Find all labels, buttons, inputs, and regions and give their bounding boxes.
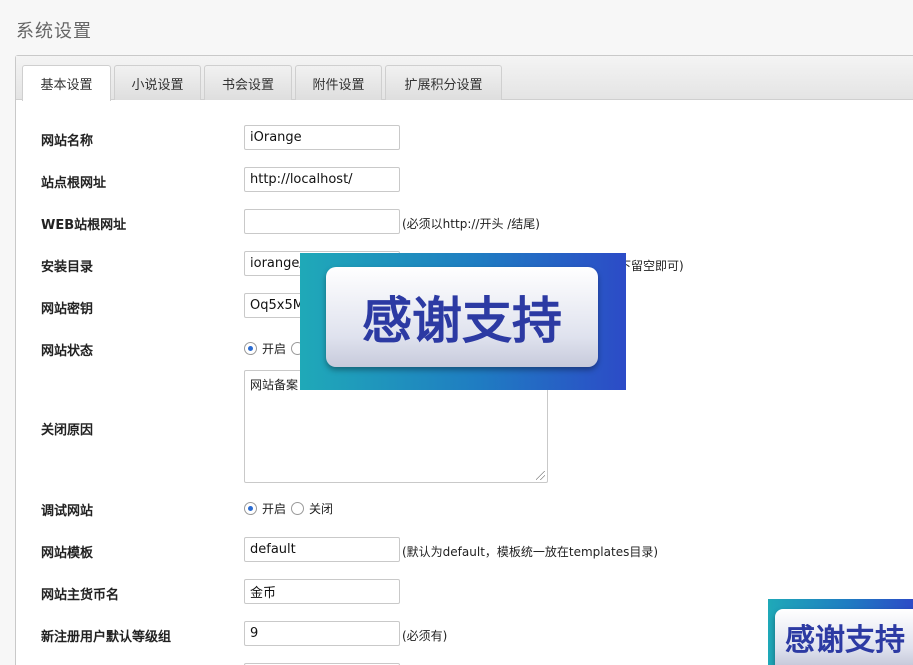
debug-on-label: 开启: [262, 502, 287, 516]
row-web-root: WEB站根网址 (必须以http://开头 /结尾): [16, 207, 913, 237]
site-key-label: 网站密钥: [41, 302, 94, 317]
install-dir-hint: 下留空即可): [619, 259, 684, 273]
row-site-name: 网站名称 iOrange: [16, 123, 913, 153]
debug-radio-group: 开启 关闭: [244, 500, 338, 517]
row-template: 网站模板 default (默认为default，模板统一放在templates…: [16, 535, 913, 565]
row-debug: 调试网站 开启 关闭: [16, 493, 913, 523]
close-reason-label: 关闭原因: [41, 423, 94, 438]
site-status-on-label: 开启: [262, 342, 287, 356]
tab-basic-settings[interactable]: 基本设置: [22, 65, 111, 101]
thanks-banner-small-text: 感谢支持: [775, 609, 913, 665]
default-group-label: 新注册用户默认等级组: [41, 630, 172, 645]
debug-off-label: 关闭: [309, 502, 334, 516]
default-group-hint: (必须有): [402, 629, 448, 643]
debug-label: 调试网站: [41, 504, 94, 519]
page-title: 系统设置: [16, 21, 92, 42]
thanks-banner-text: 感谢支持: [326, 267, 598, 367]
debug-off-radio[interactable]: [291, 502, 305, 515]
site-name-input[interactable]: iOrange: [244, 125, 400, 150]
thanks-banner-small: 感谢支持: [768, 599, 913, 665]
tab-novel-settings[interactable]: 小说设置: [114, 65, 201, 100]
tab-bookclub-settings[interactable]: 书会设置: [204, 65, 292, 100]
template-input[interactable]: default: [244, 537, 400, 562]
site-status-label: 网站状态: [41, 344, 94, 359]
site-root-label: 站点根网址: [41, 176, 107, 191]
close-reason-text: 网站备案: [250, 378, 299, 392]
site-name-label: 网站名称: [41, 134, 94, 149]
site-status-on-radio[interactable]: [244, 342, 257, 355]
debug-on-radio[interactable]: [244, 502, 257, 515]
tab-bar: 基本设置 小说设置 书会设置 附件设置 扩展积分设置: [16, 56, 913, 101]
template-hint: (默认为default，模板统一放在templates目录): [402, 545, 659, 559]
site-root-input[interactable]: http://localhost/: [244, 167, 400, 192]
tab-attachment-settings[interactable]: 附件设置: [295, 65, 382, 100]
install-dir-label: 安装目录: [41, 260, 94, 275]
row-site-root: 站点根网址 http://localhost/: [16, 165, 913, 195]
tab-extended-points-settings[interactable]: 扩展积分设置: [385, 65, 502, 100]
web-root-label: WEB站根网址: [41, 218, 127, 233]
template-label: 网站模板: [41, 546, 94, 561]
currency-input[interactable]: 金币: [244, 579, 400, 604]
thanks-banner: 感谢支持: [300, 253, 626, 390]
default-group-input[interactable]: 9: [244, 621, 400, 646]
currency-label: 网站主货币名: [41, 588, 120, 603]
web-root-input[interactable]: [244, 209, 400, 234]
web-root-hint: (必须以http://开头 /结尾): [402, 217, 540, 231]
system-settings-page: 系统设置 基本设置 小说设置 书会设置 附件设置 扩展积分设置 网站名称 iOr…: [0, 0, 913, 665]
resize-grip-icon[interactable]: [536, 471, 545, 480]
